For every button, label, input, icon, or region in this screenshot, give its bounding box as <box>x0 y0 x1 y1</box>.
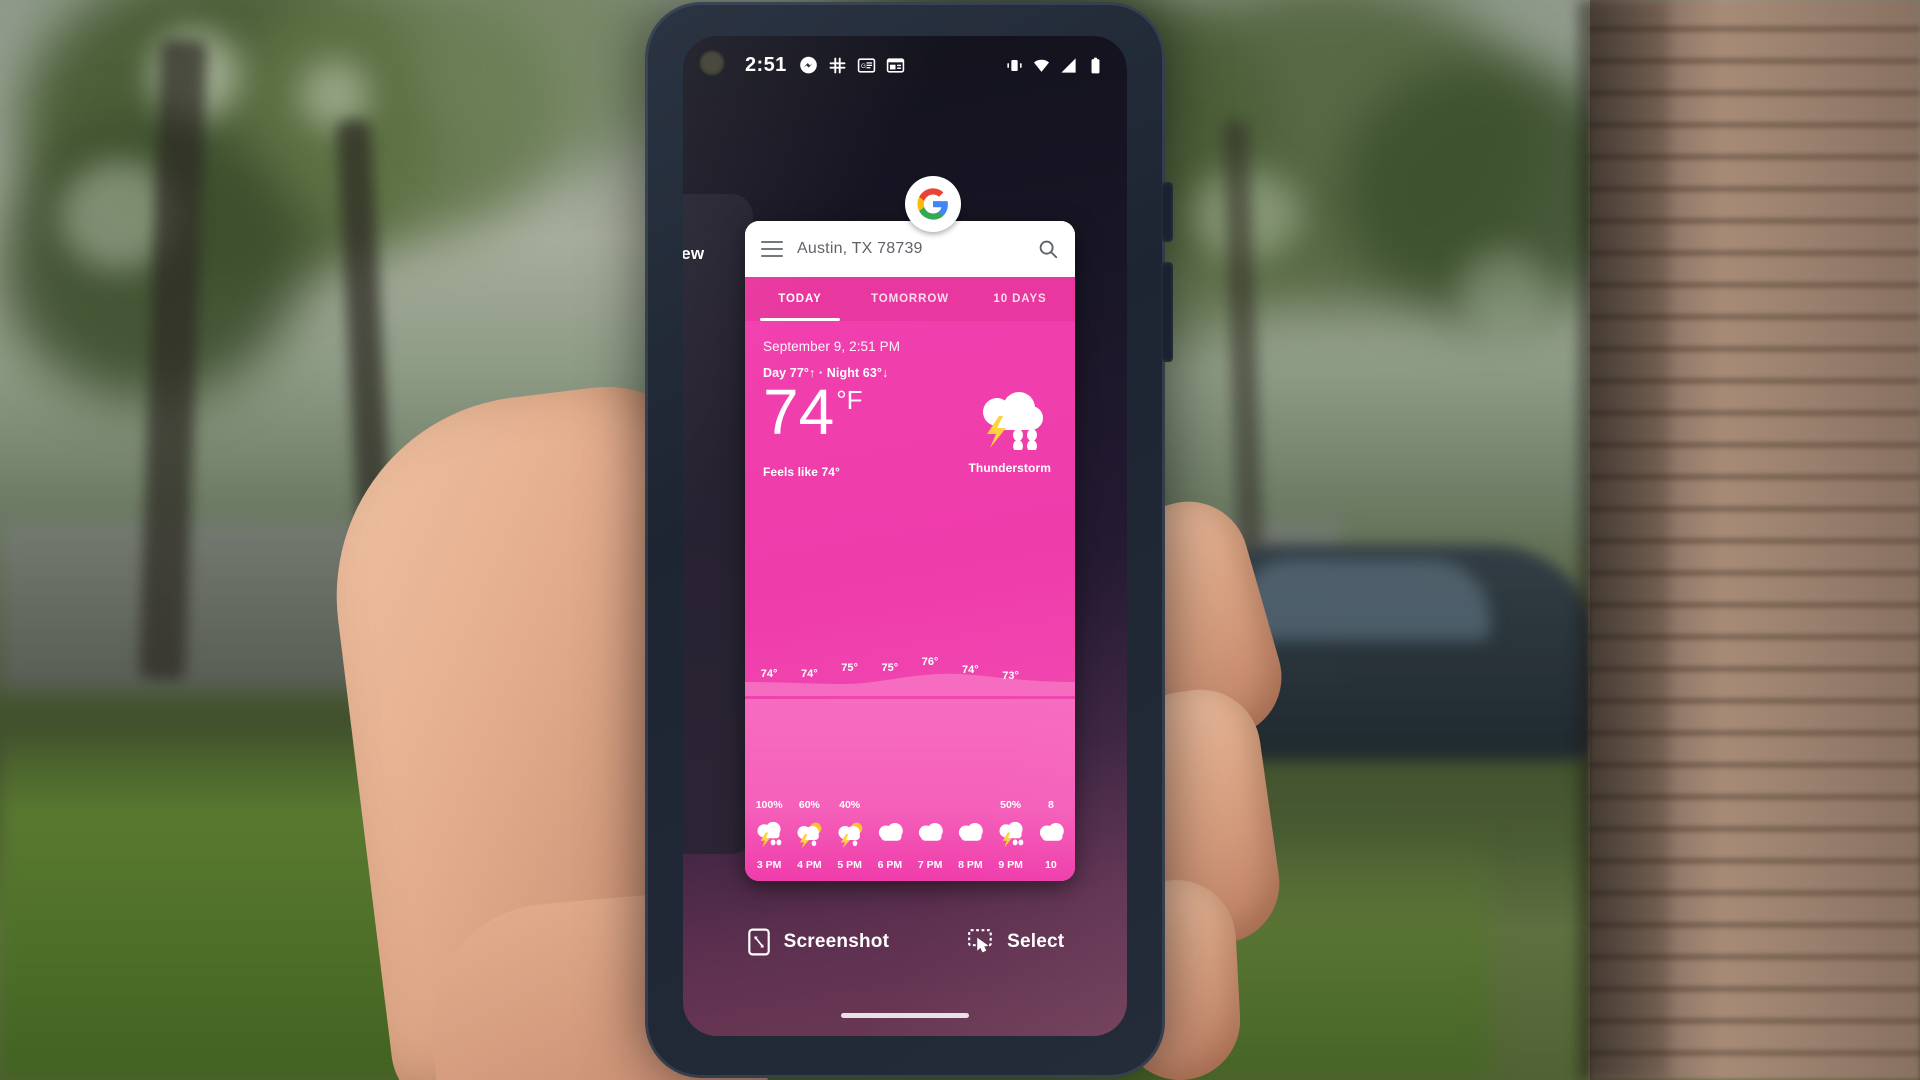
battery-icon <box>1091 57 1100 73</box>
recents-card-behind-label: eview <box>683 244 705 263</box>
temperature-unit[interactable]: °F <box>836 387 862 413</box>
hourly-precip-row: 100% 60% 40% 50% 8 <box>749 799 1071 815</box>
thunderstorm-icon <box>749 815 789 855</box>
hourly-temp-cell: 74° <box>962 664 979 676</box>
hourly-icon-row <box>749 815 1071 855</box>
cloud-icon <box>950 815 990 855</box>
status-bar-clock: 2:51 <box>745 53 787 76</box>
hourly-precip-cell: 60% <box>798 799 820 811</box>
feels-like: Feels like 74° <box>763 464 840 479</box>
cloud-icon <box>870 815 910 855</box>
recents-card-behind-secondary[interactable] <box>683 756 719 846</box>
hourly-precip-cell: 100% <box>755 799 783 811</box>
recents-action-bar[interactable]: Screenshot Select <box>683 902 1127 982</box>
cloud-icon <box>1031 815 1071 855</box>
current-temperature: 74 <box>763 376 835 448</box>
tab-10-days[interactable]: 10 DAYS <box>965 277 1075 321</box>
hourly-hour-cell: 7 PM <box>917 859 943 871</box>
hourly-hour-cell: 6 PM <box>877 859 903 871</box>
cloud-icon <box>910 815 950 855</box>
notification-icons[interactable]: G <box>799 56 905 75</box>
hourly-temp-cell: 74° <box>801 668 818 680</box>
home-indicator[interactable] <box>841 1013 969 1018</box>
tab-today[interactable]: TODAY <box>745 277 855 321</box>
volume-button[interactable] <box>1161 182 1173 242</box>
hourly-hour-cell: 10 <box>1045 859 1057 871</box>
brick-wall-shading <box>1590 0 1920 1080</box>
thunderstorm-sun-icon <box>830 815 870 855</box>
current-temperature-group: 74 °F <box>763 376 862 448</box>
condition-block: Thunderstorm <box>968 392 1051 475</box>
hourly-precip-cell <box>950 799 990 815</box>
messenger-icon <box>799 56 817 73</box>
hourly-temp-cell: 74° <box>760 668 778 680</box>
google-g-icon <box>905 176 961 232</box>
screenshot-button[interactable]: Screenshot <box>746 928 889 956</box>
temperature-block: 74 °F Feels like 74° <box>763 376 862 479</box>
select-label: Select <box>1007 931 1065 952</box>
svg-text:G: G <box>861 62 866 69</box>
system-status-icons <box>1005 56 1105 75</box>
hourly-hour-cell: 4 PM <box>797 859 822 871</box>
hourly-temp-cell: 75° <box>881 662 899 674</box>
power-button[interactable] <box>1161 262 1173 362</box>
hourly-forecast[interactable]: 74° 74° 75° 75° 76° 74° 73° 100% 60% 40% 50% 8 3 P… <box>745 656 1075 881</box>
weather-datetime: September 9, 2:51 PM <box>763 339 901 354</box>
hourly-precip-cell <box>870 799 910 815</box>
hourly-temperature-row: 74° 74° 75° 75° 76° 74° 73° <box>745 656 1075 682</box>
hourly-precip-cell: 8 <box>1047 799 1054 811</box>
tab-tomorrow[interactable]: TOMORROW <box>855 277 965 321</box>
hourly-hour-cell: 3 PM <box>756 859 782 871</box>
hourly-detail-rows: 100% 60% 40% 50% 8 3 PM 4 PM 5 PM 6 PM 7 PM 8 PM 9… <box>745 799 1075 881</box>
google-news-icon: G <box>857 57 875 73</box>
hourly-temp-cell: 73° <box>1002 670 1019 682</box>
weather-body: September 9, 2:51 PM Day 77°↑ · Night 63… <box>745 321 1075 881</box>
forecast-tabs[interactable]: TODAY TOMORROW 10 DAYS <box>745 277 1075 321</box>
screenshot-icon <box>747 928 770 956</box>
thunderstorm-icon <box>982 392 1043 452</box>
hourly-temp-cell: 76° <box>921 656 939 668</box>
hourly-precip-cell: 50% <box>1000 799 1022 811</box>
front-camera-punch-hole <box>699 50 725 76</box>
hourly-hour-cell: 8 PM <box>958 859 983 871</box>
thunderstorm-icon <box>991 815 1031 855</box>
status-bar: 2:51 G <box>683 36 1127 94</box>
hourly-hour-cell: 9 PM <box>998 859 1023 871</box>
signal-icon <box>1061 57 1076 73</box>
search-icon[interactable] <box>1037 238 1059 260</box>
thunderstorm-sun-icon <box>789 815 829 855</box>
calendar-icon <box>886 57 904 73</box>
bokeh-highlight <box>1460 250 1550 330</box>
search-input[interactable]: Austin, TX 78739 <box>797 240 1023 258</box>
hourly-temp-cell: 75° <box>841 662 858 674</box>
recents-card-behind[interactable] <box>683 194 753 854</box>
search-bar[interactable]: Austin, TX 78739 <box>745 221 1075 277</box>
weather-card[interactable]: Austin, TX 78739 TODAY TOMORROW 10 DAYS … <box>745 221 1075 881</box>
hourly-temp-cell <box>1031 656 1071 682</box>
condition-label: Thunderstorm <box>968 461 1051 475</box>
screenshot-label: Screenshot <box>783 931 890 952</box>
hourly-precip-cell <box>910 799 950 815</box>
slack-icon <box>829 57 846 73</box>
select-pointer-icon <box>968 929 992 953</box>
hourly-hour-cell: 5 PM <box>837 859 862 871</box>
hourly-hour-row: 3 PM 4 PM 5 PM 6 PM 7 PM 8 PM 9 PM 10 <box>749 855 1071 871</box>
phone-screen: 2:51 G ew Austin, TX 78739 TODAY TOMORRO… <box>683 36 1127 1036</box>
wifi-icon <box>1033 59 1050 72</box>
hourly-precip-cell: 40% <box>839 799 861 811</box>
vibrate-icon <box>1007 59 1022 71</box>
select-button[interactable]: Select <box>967 928 1064 956</box>
car-windshield <box>1240 560 1490 640</box>
hamburger-icon[interactable] <box>761 241 783 257</box>
current-conditions: 74 °F Feels like 74° Thunderstorm <box>763 376 1057 479</box>
